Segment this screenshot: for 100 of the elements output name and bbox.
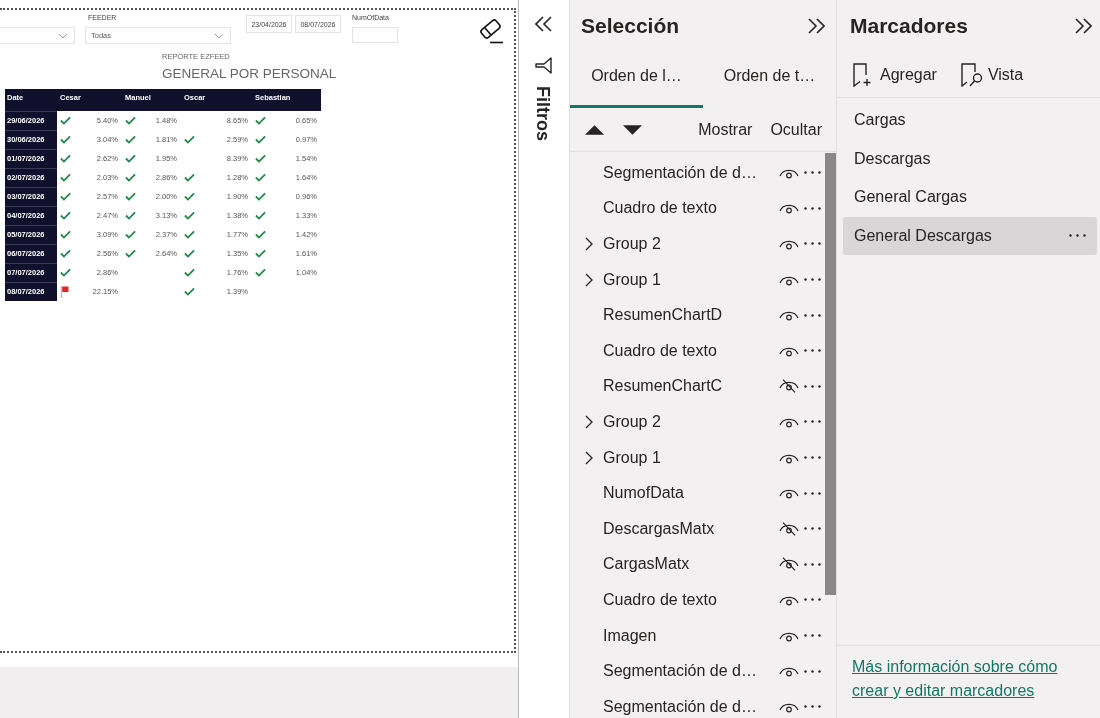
check-icon	[184, 230, 195, 239]
more-icon[interactable]	[804, 384, 821, 388]
check-icon	[184, 211, 195, 220]
layer-item[interactable]: Group 1	[570, 261, 825, 298]
check-icon	[255, 230, 266, 239]
check-icon	[60, 249, 71, 258]
eye-icon[interactable]	[779, 238, 799, 250]
check-icon	[184, 192, 195, 201]
chevrons-right-icon[interactable]	[1075, 18, 1092, 34]
more-icon[interactable]	[804, 634, 821, 637]
chevron-right-icon[interactable]	[585, 414, 593, 429]
more-icon[interactable]	[804, 171, 821, 175]
eye-icon[interactable]	[779, 202, 799, 215]
chevrons-left-icon[interactable]	[534, 16, 552, 32]
more-icon[interactable]	[804, 562, 821, 566]
eye-icon[interactable]	[779, 665, 799, 678]
layer-item[interactable]: Cuadro de texto	[570, 190, 825, 227]
check-icon	[255, 268, 266, 277]
chevron-down-icon	[58, 32, 68, 39]
more-icon[interactable]	[804, 491, 821, 495]
layer-item[interactable]: DescargasMatx	[570, 510, 825, 547]
more-icon[interactable]	[804, 278, 821, 282]
eye-icon[interactable]	[779, 309, 799, 322]
layer-item[interactable]: Group 2	[570, 226, 825, 262]
check-icon	[184, 249, 195, 258]
check-icon	[184, 135, 195, 144]
check-icon	[255, 249, 266, 258]
eye-slash-icon[interactable]	[779, 521, 799, 536]
more-icon[interactable]	[804, 598, 821, 602]
pane-title: Selección	[581, 13, 680, 40]
layer-item[interactable]: ResumenChartD	[570, 297, 825, 333]
move-down-icon[interactable]	[623, 124, 642, 135]
more-icon[interactable]	[804, 206, 821, 210]
more-icon[interactable]	[804, 669, 821, 673]
help-link[interactable]: Más información sobre cómo crear y editar marcadores	[852, 655, 1084, 703]
chevrons-right-icon[interactable]	[808, 18, 825, 34]
more-icon[interactable]	[804, 313, 821, 317]
layer-item[interactable]: CargasMatx	[570, 546, 825, 583]
layer-item[interactable]: Segmentación de d…	[570, 653, 825, 689]
layer-item[interactable]: Group 1	[570, 439, 825, 476]
check-icon	[125, 154, 136, 163]
more-icon[interactable]	[804, 456, 821, 460]
check-icon	[184, 268, 195, 277]
layer-item[interactable]: NumofData	[570, 475, 825, 511]
value-card	[352, 27, 398, 43]
eye-slash-icon[interactable]	[779, 557, 799, 572]
bookmark-item[interactable]: General Cargas	[843, 178, 1097, 217]
check-icon	[255, 173, 266, 182]
check-icon	[60, 116, 71, 125]
check-icon	[255, 154, 266, 163]
check-icon	[125, 173, 136, 182]
check-icon	[255, 116, 266, 125]
check-icon	[125, 116, 136, 125]
scrollbar-thumb[interactable]	[825, 153, 836, 595]
check-icon	[60, 211, 71, 220]
eye-slash-icon[interactable]	[779, 379, 799, 394]
layer-item[interactable]: ResumenChartC	[570, 368, 825, 405]
more-icon[interactable]	[804, 705, 821, 709]
check-icon	[60, 230, 71, 239]
layer-item[interactable]: Imagen	[570, 617, 825, 654]
layer-item[interactable]: Cuadro de texto	[570, 582, 825, 618]
chevron-down-icon	[214, 32, 224, 39]
chevron-right-icon[interactable]	[585, 272, 593, 287]
check-icon	[255, 135, 266, 144]
more-icon[interactable]	[804, 527, 821, 531]
layer-item[interactable]: Segmentación de d…	[570, 688, 825, 718]
check-icon	[60, 192, 71, 201]
toolbar-button[interactable]: Agregar	[853, 62, 937, 87]
toolbar-button[interactable]: Vista	[960, 62, 1024, 87]
bookmark-plus-icon	[853, 62, 871, 87]
toolbar-button[interactable]: Ocultar	[770, 117, 822, 142]
report-title: GENERAL POR PERSONAL	[162, 65, 337, 82]
bookmark-search-icon	[960, 62, 983, 87]
layer-item[interactable]: Segmentación de d…	[570, 155, 825, 191]
bookmark-item[interactable]: Cargas	[843, 101, 1097, 140]
check-icon	[255, 211, 266, 220]
check-icon	[125, 249, 136, 258]
layer-item[interactable]: Cuadro de texto	[570, 332, 825, 369]
bookmark-item[interactable]: General Descargas	[843, 216, 1097, 255]
tab[interactable]: Orden de l…	[570, 52, 703, 108]
check-icon	[60, 154, 71, 163]
check-icon	[125, 192, 136, 201]
check-icon	[184, 173, 195, 182]
more-icon[interactable]	[804, 420, 821, 424]
layer-item[interactable]: Group 2	[570, 404, 825, 440]
eye-icon[interactable]	[779, 487, 799, 500]
chevron-right-icon[interactable]	[585, 450, 593, 465]
filters-label[interactable]: Filtros	[533, 86, 553, 141]
flag-icon	[60, 285, 69, 298]
more-icon[interactable]	[804, 242, 821, 246]
check-icon	[184, 287, 195, 296]
toolbar-button[interactable]: Mostrar	[698, 117, 753, 142]
more-icon[interactable]	[804, 349, 821, 353]
tab[interactable]: Orden de t…	[703, 52, 836, 108]
bookmark-item[interactable]: Descargas	[843, 139, 1097, 178]
move-up-icon[interactable]	[585, 124, 604, 135]
eraser-icon[interactable]	[478, 17, 503, 44]
more-icon[interactable]	[1069, 234, 1086, 238]
check-icon	[60, 135, 71, 144]
chevron-right-icon[interactable]	[585, 237, 593, 251]
